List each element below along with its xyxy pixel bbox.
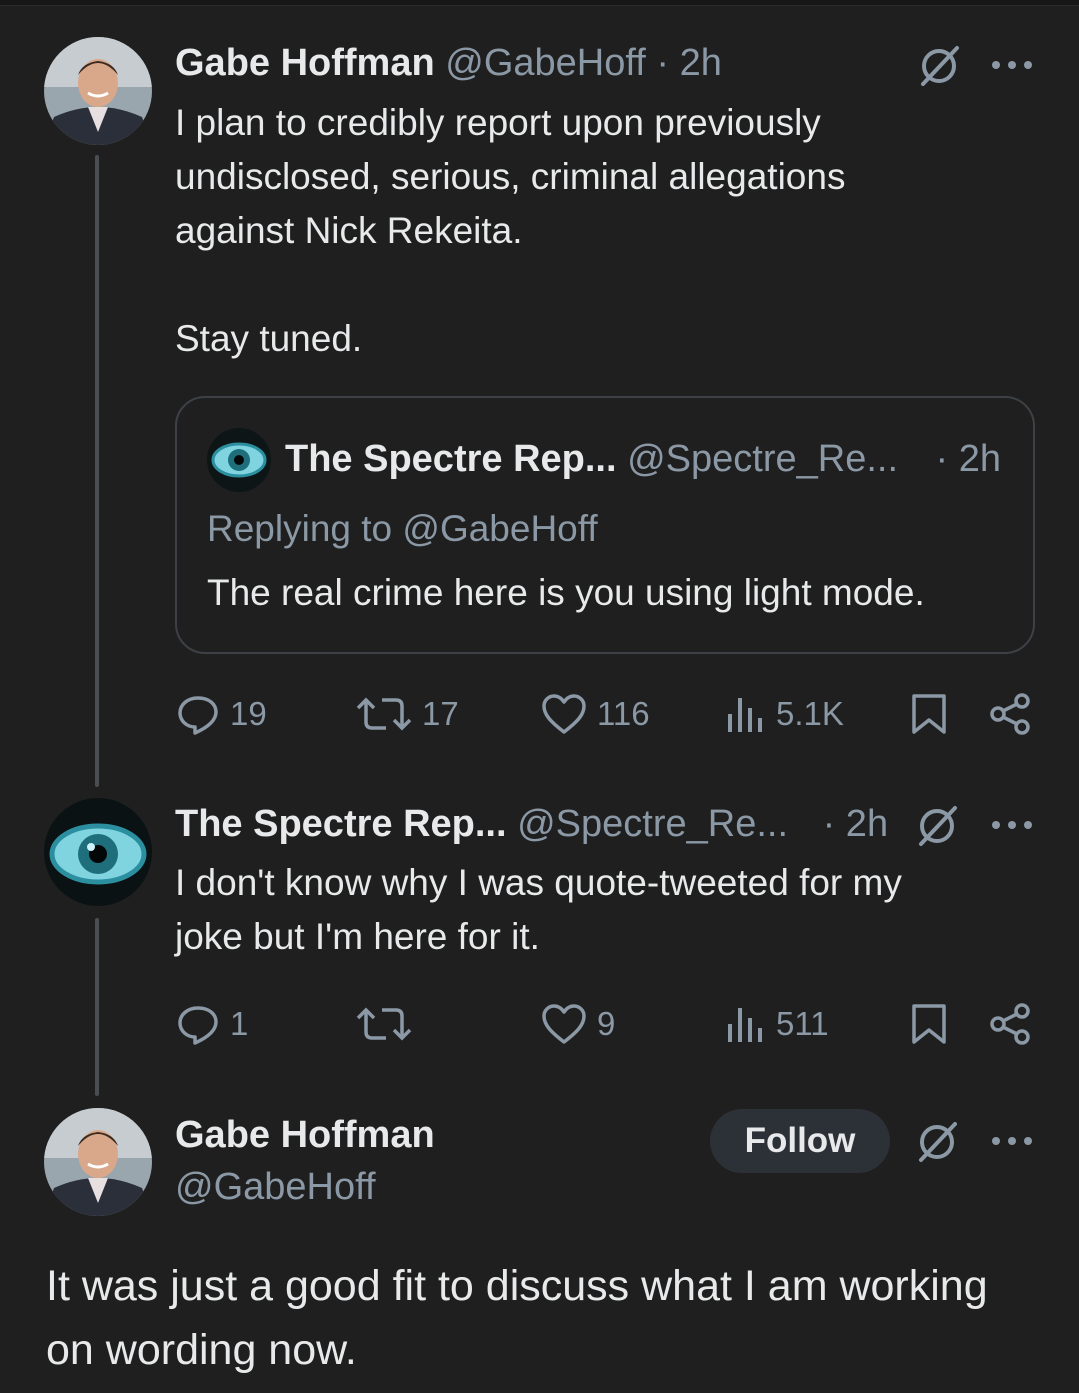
reply-icon: [178, 1006, 218, 1045]
like-count: 116: [597, 695, 650, 732]
quoted-text: The real crime here is you using light m…: [207, 572, 925, 613]
thread-connector-line: [95, 155, 99, 787]
reply-button[interactable]: 1: [176, 1002, 248, 1046]
thread-connector-line: [95, 918, 99, 1096]
like-button[interactable]: 116: [541, 692, 650, 736]
like-count: 9: [597, 1005, 616, 1042]
avatar-gabe-hoffman[interactable]: [44, 37, 152, 145]
repost-icon: [356, 697, 412, 731]
like-icon: [542, 694, 586, 734]
timestamp[interactable]: · 2h: [823, 803, 888, 845]
author-handle[interactable]: @Spectre_Re...: [517, 803, 788, 845]
like-button[interactable]: 9: [541, 1002, 615, 1046]
more-dots-icon[interactable]: [990, 1134, 1034, 1148]
repost-button[interactable]: 17: [356, 692, 459, 736]
views-icon: [728, 1008, 762, 1042]
grok-icon[interactable]: [917, 44, 961, 88]
author-name-block: Gabe Hoffman: [175, 1112, 435, 1158]
grok-icon[interactable]: [915, 804, 959, 848]
quoted-author-name: The Spectre Rep...: [285, 438, 617, 480]
reply-button[interactable]: 19: [176, 692, 267, 736]
repost-count: 17: [422, 695, 459, 732]
share-icon[interactable]: [988, 1002, 1032, 1046]
top-divider: [0, 0, 1079, 6]
quoted-author-handle: @Spectre_Re...: [627, 438, 899, 480]
reply-count: 1: [230, 1005, 249, 1042]
more-dots-icon[interactable]: [990, 818, 1034, 832]
repost-button[interactable]: [356, 1002, 422, 1046]
quoted-header: The Spectre Rep... @Spectre_Re...: [285, 436, 898, 482]
author-name[interactable]: Gabe Hoffman: [175, 1114, 435, 1156]
avatar-spectre-report[interactable]: [44, 798, 152, 906]
view-count: 5.1K: [776, 695, 844, 732]
bookmark-icon[interactable]: [910, 692, 948, 736]
quoted-timestamp: · 2h: [935, 438, 1001, 480]
reply-count: 19: [230, 695, 267, 732]
share-icon[interactable]: [988, 692, 1032, 736]
tweet-text: I don't know why I was quote-tweeted for…: [175, 862, 902, 957]
view-count: 511: [776, 1005, 829, 1042]
quoted-replying-to: Replying to @GabeHoff: [207, 508, 598, 549]
avatar-gabe-hoffman[interactable]: [44, 1108, 152, 1216]
author-handle[interactable]: @GabeHoff: [175, 1164, 376, 1210]
author-name[interactable]: The Spectre Rep...: [175, 803, 507, 845]
follow-button[interactable]: Follow: [710, 1109, 890, 1173]
tweet-text: I plan to credibly report upon previousl…: [175, 102, 846, 359]
repost-icon: [356, 1007, 412, 1041]
quoted-tweet-card[interactable]: The Spectre Rep... @Spectre_Re... · 2h R…: [175, 396, 1035, 654]
quoted-avatar: [207, 428, 271, 492]
focused-tweet-text: It was just a good fit to discuss what I…: [46, 1262, 988, 1374]
grok-icon[interactable]: [915, 1120, 959, 1164]
tweet-header: Gabe Hoffman @GabeHoff · 2h: [175, 40, 722, 86]
author-handle[interactable]: @GabeHoff: [445, 42, 646, 84]
like-icon: [542, 1004, 586, 1044]
tweet-header: The Spectre Rep... @Spectre_Re... · 2h: [175, 801, 888, 847]
reply-icon: [178, 696, 218, 735]
timestamp[interactable]: · 2h: [656, 42, 721, 84]
views-button[interactable]: 511: [726, 1002, 829, 1046]
bookmark-icon[interactable]: [910, 1002, 948, 1046]
views-button[interactable]: 5.1K: [726, 692, 844, 736]
more-dots-icon[interactable]: [990, 58, 1034, 72]
views-icon: [728, 698, 762, 732]
author-name[interactable]: Gabe Hoffman: [175, 42, 435, 84]
